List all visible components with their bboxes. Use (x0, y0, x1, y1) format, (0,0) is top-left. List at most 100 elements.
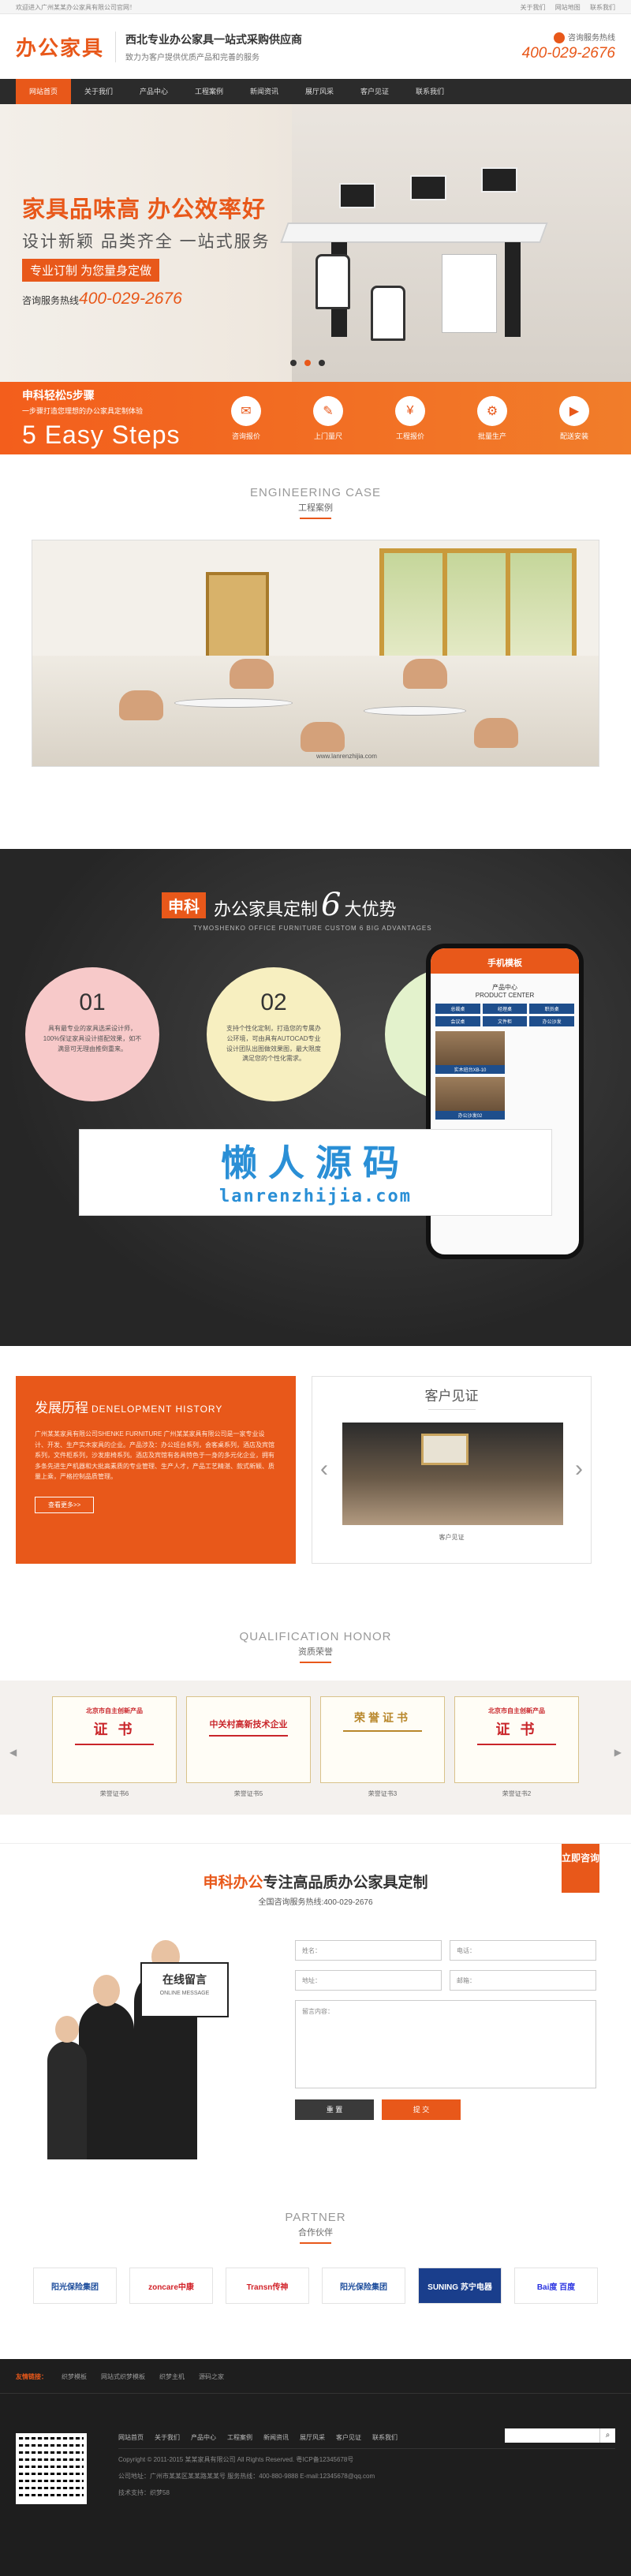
footer-nav-item[interactable]: 展厅风采 (300, 2433, 325, 2442)
history-more-button[interactable]: 查看更多>> (35, 1496, 95, 1513)
monitor (481, 167, 517, 193)
watermark-cn: 懒人源码 (221, 1142, 410, 1183)
chevron-right-icon[interactable]: › (575, 1456, 583, 1482)
footer-nav-item[interactable]: 客户见证 (336, 2433, 361, 2442)
case-image[interactable]: www.lanrenzhijia.com (32, 540, 599, 767)
nav-contact[interactable]: 联系我们 (402, 79, 457, 104)
message-section: 立即咨询 申科办公专注高品质办公家具定制 全国咨询服务热线:400-029-26… (0, 1843, 631, 2184)
step-item[interactable]: ✉ 咨询报价 (215, 395, 278, 441)
phone-field[interactable]: 电话： (450, 1940, 596, 1961)
slider-dot[interactable] (290, 360, 297, 366)
mobile-product[interactable]: 实木班台XB-10 (435, 1031, 505, 1074)
top-link-sitemap[interactable]: 网站地图 (555, 4, 581, 11)
title-underline (300, 2242, 331, 2244)
case-caption: www.lanrenzhijia.com (316, 753, 377, 760)
submit-button[interactable]: 提 交 (382, 2099, 461, 2120)
search-input[interactable] (505, 2428, 599, 2443)
mobile-tab[interactable]: 办公沙发 (529, 1016, 575, 1026)
advantages-title: 申科 办公家具定制 6 大优势 (162, 887, 396, 923)
certificate[interactable]: 中关村高新技术企业 荣誉证书5 (186, 1696, 311, 1798)
partner-logo[interactable]: SUNING 苏宁电器 (418, 2268, 502, 2304)
factory-icon: ⚙ (477, 395, 507, 426)
slider-dot[interactable] (319, 360, 325, 366)
title-underline (428, 1409, 476, 1410)
chevron-right-icon[interactable]: ▶ (614, 1747, 622, 1758)
mobile-product-label: 办公沙发02 (435, 1111, 505, 1120)
friend-link[interactable]: 源码之家 (199, 2372, 224, 2381)
friend-link[interactable]: 网站式织梦模板 (101, 2372, 145, 2381)
footer-nav-item[interactable]: 新闻资讯 (263, 2433, 289, 2442)
step-item[interactable]: ✎ 上门量尺 (297, 395, 360, 441)
banner-desk (280, 222, 548, 243)
step-item[interactable]: ▶ 配送安装 (543, 395, 606, 441)
footer-nav-item[interactable]: 工程案例 (227, 2433, 252, 2442)
name-field[interactable]: 姓名： (295, 1940, 442, 1961)
partner-logo[interactable]: zoncare中康 (129, 2268, 213, 2304)
top-link-about[interactable]: 关于我们 (521, 4, 546, 11)
top-link-contact[interactable]: 联系我们 (590, 4, 615, 11)
cert-big: 证 书 (93, 1722, 136, 1737)
cabinet (442, 254, 497, 333)
case-chair (474, 718, 518, 748)
nav-about[interactable]: 关于我们 (71, 79, 126, 104)
footer-support: 技术支持：织梦58 (118, 2488, 170, 2496)
certificate[interactable]: 北京市自主创新产品证 书 荣誉证书6 (52, 1696, 177, 1798)
partner-logo[interactable]: 阳光保险集团 (322, 2268, 405, 2304)
step-item[interactable]: ¥ 工程报价 (379, 395, 442, 441)
consult-now-button[interactable]: 立即咨询 (562, 1844, 599, 1893)
reset-button[interactable]: 重 置 (295, 2099, 374, 2120)
email-field[interactable]: 邮箱： (450, 1970, 596, 1991)
mobile-product[interactable]: 办公沙发02 (435, 1077, 505, 1120)
footer-copyright: Copyright © 2011-2015 某某家具有限公司 All Right… (118, 2456, 354, 2463)
client-photo[interactable] (342, 1423, 563, 1525)
nav-cases[interactable]: 工程案例 (181, 79, 237, 104)
partner-logos: 阳光保险集团 zoncare中康 Transn传神 阳光保险集团 SUNING … (0, 2268, 631, 2304)
case-title-en: ENGINEERING CASE (249, 486, 382, 499)
phone-icon (554, 32, 565, 44)
chevron-left-icon[interactable]: ◀ (9, 1747, 17, 1758)
footer-nav-item[interactable]: 网站首页 (118, 2433, 144, 2442)
mobile-tab[interactable]: 经理桌 (482, 1004, 528, 1014)
mobile-tab[interactable]: 职员桌 (529, 1004, 575, 1014)
footer-address: 公司地址：广州市某某区某某路某某号 服务热线：400-880-9888 E-ma… (118, 2472, 375, 2480)
nav-showroom[interactable]: 展厅风采 (292, 79, 347, 104)
case-chair (230, 659, 274, 689)
footer-nav-item[interactable]: 产品中心 (191, 2433, 216, 2442)
friend-link[interactable]: 织梦主机 (159, 2372, 185, 2381)
site-logo[interactable]: 办公家具 (16, 32, 104, 62)
partner-logo[interactable]: Bai度 百度 (514, 2268, 598, 2304)
mobile-tab[interactable]: 总裁桌 (435, 1004, 480, 1014)
hero-banner[interactable]: 家具品味高 办公效率好 设计新颖 品类齐全 一站式服务 专业订制 为您量身定做 … (0, 104, 631, 382)
cert-label: 荣誉证书3 (368, 1790, 398, 1797)
advantages-title-end: 大优势 (344, 899, 397, 919)
site-footer: 友情链接： 织梦模板 网站式织梦模板 织梦主机 源码之家 网站首页 关于我们 产… (0, 2359, 631, 2576)
cert-line (343, 1730, 422, 1732)
step-item[interactable]: ⚙ 批量生产 (461, 395, 524, 441)
certificate[interactable]: 荣誉证书 荣誉证书3 (320, 1696, 445, 1798)
slider-dot-active[interactable] (304, 360, 311, 366)
chevron-left-icon[interactable]: ‹ (320, 1456, 328, 1482)
cert-label: 荣誉证书2 (502, 1790, 532, 1797)
partner-logo[interactable]: 阳光保险集团 (33, 2268, 117, 2304)
search-icon[interactable]: ⌕ (599, 2428, 615, 2443)
footer-nav-item[interactable]: 联系我们 (372, 2433, 398, 2442)
partner-logo[interactable]: Transn传神 (226, 2268, 309, 2304)
mobile-tab[interactable]: 文件柜 (482, 1016, 528, 1026)
desk-leg (505, 242, 521, 337)
nav-products[interactable]: 产品中心 (126, 79, 181, 104)
nav-home[interactable]: 网站首页 (16, 79, 71, 104)
certificate[interactable]: 北京市自主创新产品证 书 荣誉证书2 (454, 1696, 579, 1798)
footer-nav-item[interactable]: 关于我们 (155, 2433, 180, 2442)
nav-testimonials[interactable]: 客户见证 (347, 79, 402, 104)
address-field[interactable]: 地址： (295, 1970, 442, 1991)
clients-box: 客户见证 ‹ › 客户见证 (312, 1376, 592, 1564)
message-content-field[interactable]: 留言内容： (295, 2000, 596, 2088)
nav-news[interactable]: 新闻资讯 (237, 79, 292, 104)
business-people-photo (47, 1923, 221, 2159)
case-chair (119, 690, 163, 720)
friend-link[interactable]: 织梦模板 (62, 2372, 87, 2381)
clients-title: 客户见证 (424, 1389, 479, 1404)
top-bar: 欢迎进入广州某某办公家具有限公司官网！ 关于我们 网站地图 联系我们 (0, 0, 631, 14)
step-label: 配送安装 (559, 432, 588, 440)
mobile-tab[interactable]: 会议桌 (435, 1016, 480, 1026)
